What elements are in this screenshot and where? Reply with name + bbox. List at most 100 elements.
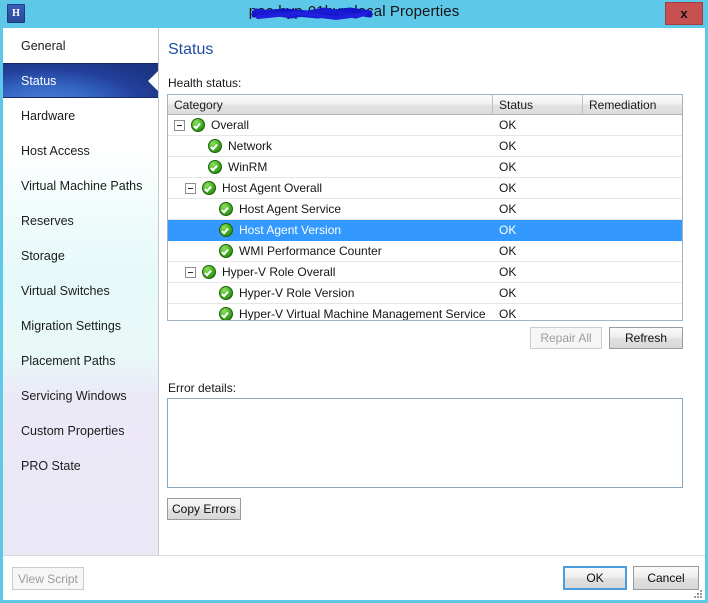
cell-status: OK (499, 286, 517, 300)
cell-category: Network (168, 139, 493, 153)
table-header-row: Category Status Remediation (168, 95, 682, 115)
page-title: Status (168, 41, 214, 58)
table-row[interactable]: Hyper-V Role Overall OK (168, 262, 682, 283)
row-category-label: Network (228, 139, 273, 153)
row-category-label: WMI Performance Counter (239, 244, 382, 258)
sidebar-item-label: Storage (21, 248, 65, 263)
table-row[interactable]: WinRM OK (168, 157, 682, 178)
error-details-label: Error details: (168, 381, 237, 395)
cell-status: OK (499, 265, 517, 279)
sidebar-item-custom-properties[interactable]: Custom Properties (3, 413, 158, 448)
collapse-toggle-icon[interactable] (174, 119, 185, 131)
sidebar-item-virtual-machine-paths[interactable]: Virtual Machine Paths (3, 168, 158, 203)
dialog-client-area: General Status Hardware Host Access Virt… (3, 28, 705, 600)
row-category-label: Hyper-V Virtual Machine Management Servi… (239, 307, 486, 321)
sidebar-item-migration-settings[interactable]: Migration Settings (3, 308, 158, 343)
status-ok-icon (219, 223, 233, 237)
sidebar-item-servicing-windows[interactable]: Servicing Windows (3, 378, 158, 413)
row-category-label: Overall (211, 118, 250, 132)
sidebar-item-status[interactable]: Status (3, 63, 158, 98)
window-title: poc-hyp-01hyp-local Properties (248, 3, 460, 20)
cell-category: Hyper-V Role Version (168, 286, 493, 300)
dialog-footer: View Script OK Cancel (3, 555, 705, 600)
close-icon: x (680, 6, 688, 21)
error-details-textarea[interactable] (167, 398, 683, 488)
table-row[interactable]: WMI Performance Counter OK (168, 241, 682, 262)
cell-status: OK (499, 139, 517, 153)
settings-sidebar: General Status Hardware Host Access Virt… (3, 28, 159, 555)
health-status-table[interactable]: Category Status Remediation Overall OK N… (167, 94, 683, 321)
sidebar-item-pro-state[interactable]: PRO State (3, 448, 158, 483)
cancel-button[interactable]: Cancel (633, 566, 699, 590)
collapse-toggle-icon[interactable] (185, 266, 196, 278)
status-ok-icon (208, 139, 222, 153)
repair-all-button[interactable]: Repair All (530, 327, 602, 349)
table-row[interactable]: Hyper-V Virtual Machine Management Servi… (168, 304, 682, 321)
sidebar-item-label: Status (21, 73, 57, 88)
status-ok-icon (202, 265, 216, 279)
cell-category: Hyper-V Virtual Machine Management Servi… (168, 307, 493, 321)
cell-category: Hyper-V Role Overall (168, 265, 493, 279)
sidebar-item-hardware[interactable]: Hardware (3, 98, 158, 133)
table-row[interactable]: Network OK (168, 136, 682, 157)
sidebar-item-host-access[interactable]: Host Access (3, 133, 158, 168)
refresh-button[interactable]: Refresh (609, 327, 683, 349)
status-ok-icon (208, 160, 222, 174)
cell-status: OK (499, 181, 517, 195)
status-ok-icon (191, 118, 205, 132)
table-row[interactable]: Hyper-V Role Version OK (168, 283, 682, 304)
copy-errors-button[interactable]: Copy Errors (167, 498, 241, 520)
dialog-body: General Status Hardware Host Access Virt… (3, 28, 705, 555)
sidebar-item-label: Virtual Switches (21, 283, 110, 298)
table-body: Overall OK Network OK WinRM OK Host Agen… (168, 115, 682, 321)
view-script-button[interactable]: View Script (12, 567, 84, 590)
sidebar-item-storage[interactable]: Storage (3, 238, 158, 273)
cell-category: WinRM (168, 160, 493, 174)
table-row-selected[interactable]: Host Agent Version OK (168, 220, 682, 241)
sidebar-item-reserves[interactable]: Reserves (3, 203, 158, 238)
column-header-status[interactable]: Status (493, 95, 583, 114)
resize-grip-icon[interactable] (691, 587, 703, 599)
selection-chevron-icon (147, 64, 158, 97)
cell-status: OK (499, 244, 517, 258)
cell-category: Overall (168, 118, 493, 132)
row-category-label: Host Agent Version (239, 223, 342, 237)
column-header-remediation[interactable]: Remediation (583, 95, 682, 114)
cell-status: OK (499, 118, 517, 132)
cell-status: OK (499, 223, 517, 237)
status-panel: Status Health status: Category Status Re… (159, 28, 705, 555)
cell-status: OK (499, 202, 517, 216)
row-category-label: Hyper-V Role Version (239, 286, 355, 300)
title-bar[interactable]: H poc-hyp-01hyp-local Properties x (0, 0, 708, 28)
status-ok-icon (219, 202, 233, 216)
table-row[interactable]: Overall OK (168, 115, 682, 136)
sidebar-item-virtual-switches[interactable]: Virtual Switches (3, 273, 158, 308)
sidebar-item-placement-paths[interactable]: Placement Paths (3, 343, 158, 378)
table-row[interactable]: Host Agent Overall OK (168, 178, 682, 199)
properties-window: H poc-hyp-01hyp-local Properties x Gener… (0, 0, 708, 603)
row-category-label: Host Agent Overall (222, 181, 323, 195)
ok-button[interactable]: OK (563, 566, 627, 590)
sidebar-item-label: Host Access (21, 143, 90, 158)
sidebar-item-label: Reserves (21, 213, 74, 228)
cell-category: Host Agent Overall (168, 181, 493, 195)
close-button[interactable]: x (665, 2, 703, 25)
column-header-category[interactable]: Category (168, 95, 493, 114)
status-ok-icon (202, 181, 216, 195)
cell-status: OK (499, 307, 517, 321)
cell-status: OK (499, 160, 517, 174)
sidebar-item-label: Custom Properties (21, 423, 125, 438)
table-row[interactable]: Host Agent Service OK (168, 199, 682, 220)
status-ok-icon (219, 244, 233, 258)
sidebar-item-label: Placement Paths (21, 353, 116, 368)
cell-category: WMI Performance Counter (168, 244, 493, 258)
sidebar-item-label: Hardware (21, 108, 76, 123)
sidebar-item-label: Virtual Machine Paths (21, 178, 143, 193)
sidebar-item-label: Migration Settings (21, 318, 122, 333)
collapse-toggle-icon[interactable] (185, 182, 196, 194)
sidebar-item-label: General (21, 38, 66, 53)
row-category-label: Hyper-V Role Overall (222, 265, 336, 279)
sidebar-item-general[interactable]: General (3, 28, 158, 63)
sidebar-item-label: Servicing Windows (21, 388, 127, 403)
cell-category: Host Agent Version (168, 223, 493, 237)
